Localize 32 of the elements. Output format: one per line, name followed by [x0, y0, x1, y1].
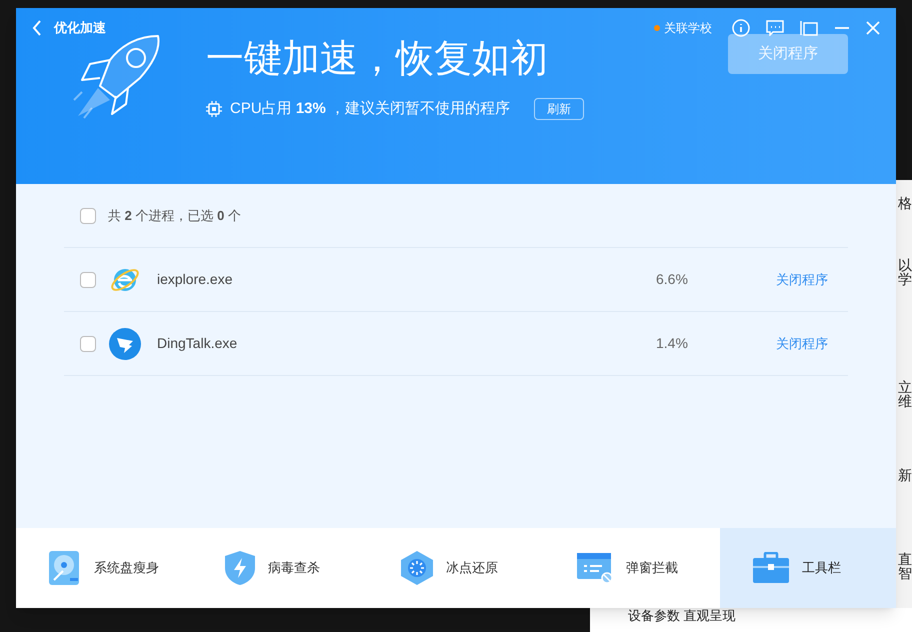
- background-text: 格: [898, 196, 912, 210]
- chat-icon[interactable]: [766, 20, 784, 36]
- background-text: 维: [898, 394, 912, 408]
- hexagon-snowflake-icon: [400, 550, 434, 586]
- close-icon[interactable]: [866, 21, 880, 35]
- shield-bolt-icon: [224, 550, 256, 586]
- headline: 一键加速，恢复如初: [206, 36, 549, 80]
- background-text: 立: [898, 380, 912, 394]
- background-text: 学: [898, 272, 912, 286]
- window-title: 优化加速: [54, 19, 106, 38]
- checkbox[interactable]: [80, 208, 96, 224]
- cpu-usage: 6.6%: [656, 270, 689, 289]
- background-text: 以: [898, 258, 912, 272]
- cpu-usage-text: CPU占用 13% ，建议关闭暂不使用的程序: [230, 99, 510, 119]
- process-summary: 共 2 个进程，已选 0 个: [108, 206, 241, 225]
- wing-app-icon: [109, 328, 141, 360]
- cpu-usage: 1.4%: [656, 334, 689, 353]
- background-text: 智: [898, 566, 912, 580]
- info-icon[interactable]: [732, 19, 750, 37]
- toolbox-icon: [752, 552, 790, 584]
- background-caption: 设备参数 直观呈现: [628, 607, 736, 625]
- tool-tab[interactable]: 工具栏: [720, 528, 896, 608]
- checkbox[interactable]: [80, 336, 96, 352]
- background-text: 直: [898, 552, 912, 566]
- process-name: iexplore.exe: [157, 270, 234, 289]
- background-text: 新: [898, 468, 912, 482]
- back-icon[interactable]: [32, 20, 42, 36]
- blocked-window-icon: [576, 552, 614, 584]
- process-name: DingTalk.exe: [157, 334, 238, 353]
- skin-icon[interactable]: [800, 20, 818, 36]
- chip-icon: [206, 101, 222, 118]
- checkbox[interactable]: [80, 272, 96, 288]
